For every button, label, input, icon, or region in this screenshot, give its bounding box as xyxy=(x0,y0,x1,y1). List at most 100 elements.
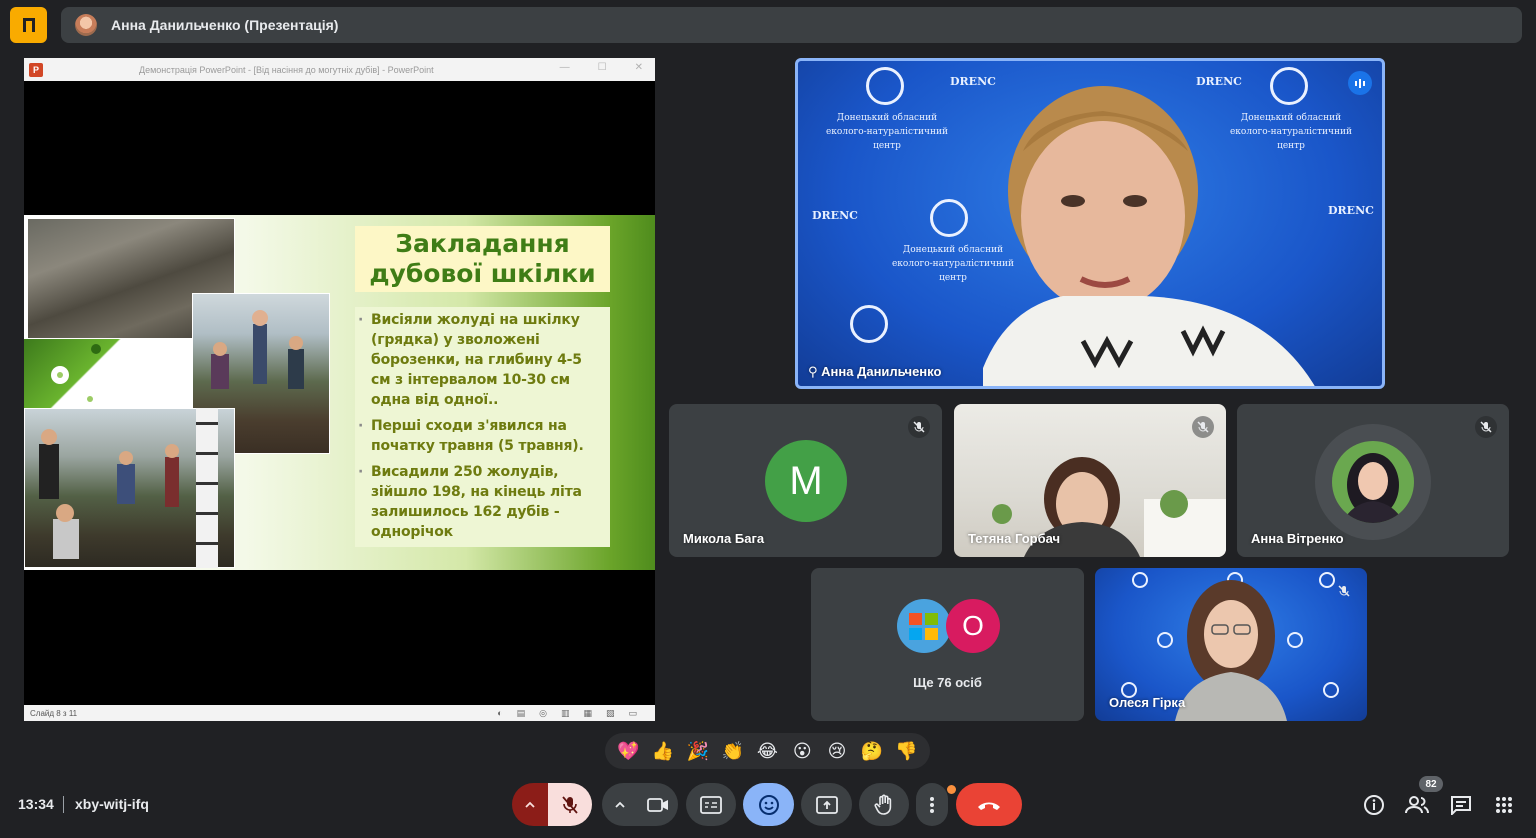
org-emblem-icon xyxy=(866,67,904,105)
slide-body: Висіяли жолуді на шкілку (грядка) у звол… xyxy=(355,307,610,547)
org-emblem-icon xyxy=(930,199,968,237)
captions-button[interactable] xyxy=(686,783,736,826)
speaker-video xyxy=(983,86,1315,386)
org-emblem-icon xyxy=(850,305,888,343)
outline-view-icon: ▥ xyxy=(560,708,570,718)
reaction-surprised-icon[interactable]: 😮 xyxy=(788,737,816,765)
shared-screen[interactable]: P Демонстрація PowerPoint - [Від насіння… xyxy=(24,58,655,721)
slide-birch-tree xyxy=(196,408,218,568)
bg-logo-text: DRENC xyxy=(1328,204,1374,217)
reading-view-icon: ▧ xyxy=(605,708,615,718)
participant-name: Анна Вітренко xyxy=(1251,531,1344,546)
mic-off-icon xyxy=(1333,580,1355,602)
meet-logo-icon xyxy=(10,7,47,43)
bg-org-text: Донецький обласний еколого-натуралістичн… xyxy=(825,113,948,151)
audio-options-button[interactable] xyxy=(512,783,548,826)
reaction-thinking-icon[interactable]: 🤔 xyxy=(858,737,886,765)
participant-tile[interactable]: Тетяна Горбач xyxy=(954,404,1226,557)
camera-icon xyxy=(647,797,668,812)
avatar xyxy=(897,599,951,653)
slide-title: Закладання дубової шкілки xyxy=(355,226,610,292)
reaction-thumbs-down-icon[interactable]: 👎 xyxy=(893,737,921,765)
participant-tile[interactable]: M Микола Бага xyxy=(669,404,942,557)
chat-icon xyxy=(1451,796,1471,815)
participant-name: Микола Бага xyxy=(683,531,765,546)
slide-flower-decoration xyxy=(24,339,192,408)
others-tile[interactable]: О Ще 76 осіб xyxy=(811,568,1084,721)
pin-icon: ⚲ xyxy=(808,364,822,379)
minimize-icon: — xyxy=(559,62,570,73)
slide-sorter-icon: ▦ xyxy=(583,708,592,718)
reaction-clap-icon[interactable]: 👏 xyxy=(719,737,747,765)
participant-tile[interactable]: Олеся Гірка xyxy=(1095,568,1367,721)
bg-logo-text: DRENC xyxy=(812,209,858,222)
presenter-label: Анна Данильченко (Презентація) xyxy=(111,17,339,33)
reaction-party-icon[interactable]: 🎉 xyxy=(684,737,712,765)
accessibility-icon: ◎ xyxy=(539,708,547,718)
reaction-sad-icon[interactable]: 😢 xyxy=(823,737,851,765)
avatar xyxy=(1332,441,1414,523)
activities-button[interactable] xyxy=(1491,792,1517,818)
slide: Закладання дубової шкілки Висіяли жолуді… xyxy=(24,215,655,570)
powerpoint-titlebar: P Демонстрація PowerPoint - [Від насіння… xyxy=(24,58,655,81)
mic-off-icon xyxy=(908,416,930,438)
speaking-indicator-icon xyxy=(1348,71,1372,95)
more-options-button[interactable] xyxy=(916,783,948,826)
people-count-badge: 82 xyxy=(1419,776,1443,792)
reaction-heart-icon[interactable]: 💖 xyxy=(614,737,642,765)
leave-call-button[interactable] xyxy=(956,783,1022,826)
slide-bullet: Висіяли жолуді на шкілку (грядка) у звол… xyxy=(358,310,600,410)
slide-title-line1: Закладання xyxy=(395,229,570,258)
hand-icon xyxy=(874,794,892,815)
powerpoint-statusbar: Слайд 8 з 11 ◐ ▤ ◎ ▥ ▦ ▧ ▭ xyxy=(24,705,655,721)
presenter-avatar xyxy=(75,14,97,36)
mic-off-icon xyxy=(562,795,578,814)
slide-bullet: Висадили 250 жолудів, зійшло 198, на кін… xyxy=(358,462,600,542)
notes-icon: ◐ xyxy=(497,708,503,718)
maximize-icon: ☐ xyxy=(597,62,607,73)
participant-name: ⚲ Анна Данильченко xyxy=(808,364,941,380)
participant-name: Тетяна Горбач xyxy=(968,531,1061,546)
participant-tile[interactable]: Анна Вітренко xyxy=(1237,404,1509,557)
reaction-laugh-icon[interactable]: 😂 xyxy=(753,737,781,765)
powerpoint-icon: P xyxy=(29,62,43,77)
top-bar: Анна Данильченко (Презентація) xyxy=(0,0,1536,50)
reactions-bar: 💖 👍 🎉 👏 😂 😮 😢 🤔 👎 xyxy=(605,733,930,769)
video-options-button[interactable] xyxy=(602,783,638,826)
chevron-up-icon xyxy=(525,801,535,808)
others-count-label: Ще 76 осіб xyxy=(913,675,982,690)
present-screen-icon xyxy=(815,795,838,814)
chevron-up-icon xyxy=(615,801,625,808)
reaction-thumbs-up-icon[interactable]: 👍 xyxy=(649,737,677,765)
notification-dot xyxy=(947,785,956,794)
slide-counter: Слайд 8 з 11 xyxy=(30,708,78,718)
present-button[interactable] xyxy=(801,783,852,826)
captions-icon xyxy=(700,795,722,814)
slide-title-line2: дубової шкілки xyxy=(369,259,596,288)
meeting-code: xby-witj-ifq xyxy=(75,796,149,812)
meeting-info-button[interactable] xyxy=(1361,792,1387,818)
participant-name: Олеся Гірка xyxy=(1109,695,1186,710)
mic-off-icon xyxy=(1192,416,1214,438)
microphone-button[interactable] xyxy=(548,783,592,826)
speaker-video-tile[interactable]: DRENC DRENC DRENC DRENC Донецький обласн… xyxy=(795,58,1385,389)
more-vert-icon xyxy=(930,796,934,813)
close-icon: ✕ xyxy=(634,62,643,73)
clock: 13:34 xyxy=(18,796,54,812)
info-icon xyxy=(1364,795,1384,815)
avatar: M xyxy=(765,440,847,522)
speaker-name: Анна Данильченко xyxy=(821,364,942,379)
presenter-banner[interactable]: Анна Данильченко (Презентація) xyxy=(61,7,1522,43)
camera-button[interactable] xyxy=(638,783,678,826)
powerpoint-window-title: Демонстрація PowerPoint - [Від насіння д… xyxy=(139,64,434,75)
end-call-icon xyxy=(978,802,1000,810)
slideshow-icon: ▭ xyxy=(628,708,637,718)
people-button[interactable] xyxy=(1404,792,1430,818)
avatar: О xyxy=(946,599,1000,653)
mic-off-icon xyxy=(1475,416,1497,438)
chat-button[interactable] xyxy=(1448,792,1474,818)
reactions-button[interactable] xyxy=(743,783,794,826)
raise-hand-button[interactable] xyxy=(859,783,909,826)
emoji-icon xyxy=(758,794,779,815)
apps-grid-icon xyxy=(1496,797,1512,813)
